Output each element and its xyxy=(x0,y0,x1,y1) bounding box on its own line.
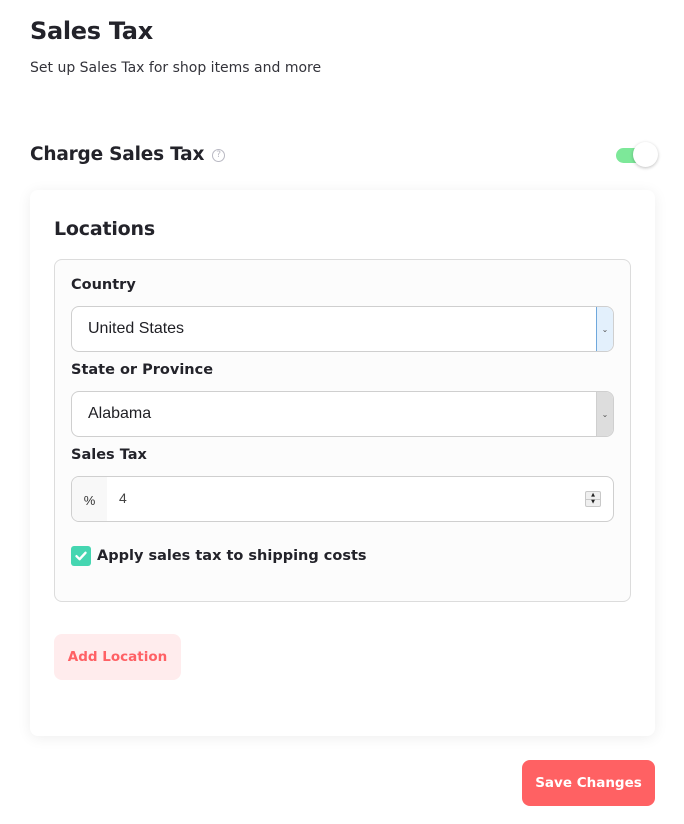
spinner-down-icon[interactable]: ▼ xyxy=(586,500,600,507)
country-select-value: United States xyxy=(88,320,185,337)
country-select[interactable]: United States ⌄ xyxy=(71,306,614,352)
sales-tax-input[interactable]: % 4 ▲ ▼ xyxy=(71,476,614,522)
question-circle-icon[interactable]: ? xyxy=(212,148,226,162)
apply-shipping-label: Apply sales tax to shipping costs xyxy=(97,548,367,564)
sales-tax-label: Sales Tax xyxy=(71,447,147,463)
charge-sales-tax-toggle[interactable] xyxy=(614,142,660,168)
apply-shipping-checkbox-row[interactable]: Apply sales tax to shipping costs xyxy=(71,546,367,566)
state-select[interactable]: Alabama ⌄ xyxy=(71,391,614,437)
location-entry: Country United States ⌄ State or Provinc… xyxy=(54,259,631,602)
number-spinner[interactable]: ▲ ▼ xyxy=(585,491,601,507)
chevron-down-icon: ⌄ xyxy=(596,307,613,351)
percent-prefix: % xyxy=(72,477,107,521)
charge-sales-tax-row: Charge Sales Tax ? xyxy=(30,140,660,168)
page-subtitle: Set up Sales Tax for shop items and more xyxy=(30,60,322,76)
checkmark-icon xyxy=(75,551,87,561)
apply-shipping-checkbox[interactable] xyxy=(71,546,91,566)
page-title: Sales Tax xyxy=(30,17,153,45)
state-label: State or Province xyxy=(71,362,214,378)
save-changes-button[interactable]: Save Changes xyxy=(522,760,655,806)
sales-tax-page: Sales Tax Set up Sales Tax for shop item… xyxy=(0,0,684,824)
locations-title: Locations xyxy=(54,218,155,240)
chevron-down-icon: ⌄ xyxy=(596,392,613,436)
state-select-value: Alabama xyxy=(88,405,152,422)
charge-sales-tax-label: Charge Sales Tax xyxy=(30,143,205,165)
add-location-button[interactable]: Add Location xyxy=(54,634,181,680)
sales-tax-value[interactable]: 4 xyxy=(119,490,127,506)
locations-card: Locations Country United States ⌄ State … xyxy=(30,190,655,736)
toggle-knob xyxy=(633,142,658,167)
country-label: Country xyxy=(71,277,136,293)
